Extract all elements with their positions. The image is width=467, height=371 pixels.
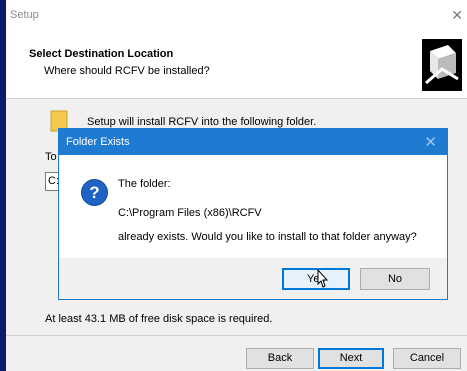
disk-space-text: At least 43.1 MB of free disk space is r… <box>45 313 273 325</box>
dialog-titlebar: Folder Exists ✕ <box>59 129 447 155</box>
dialog-message-path: C:\Program Files (x86)\RCFV <box>118 207 262 219</box>
close-icon[interactable]: ✕ <box>451 7 463 24</box>
cancel-button[interactable]: Cancel <box>393 348 461 369</box>
installer-logo-icon <box>422 39 462 91</box>
dialog-message-line1: The folder: <box>118 178 171 190</box>
footer-divider <box>6 335 467 336</box>
page-subtitle: Where should RCFV be installed? <box>44 65 210 77</box>
folder-exists-dialog: Folder Exists ✕ ? The folder: C:\Program… <box>58 128 448 300</box>
wizard-header: Select Destination Location Where should… <box>6 30 467 99</box>
no-button[interactable]: No <box>360 268 430 290</box>
next-button[interactable]: Next <box>318 348 384 369</box>
dialog-button-bar: Yes No <box>59 258 447 299</box>
back-button[interactable]: Back <box>246 348 314 369</box>
close-icon[interactable]: ✕ <box>424 133 437 151</box>
install-info-text: Setup will install RCFV into the followi… <box>87 116 317 128</box>
question-icon: ? <box>81 179 108 206</box>
dialog-title: Folder Exists <box>66 136 130 148</box>
page-title: Select Destination Location <box>29 48 174 60</box>
setup-window-title: Setup <box>10 9 39 21</box>
setup-titlebar: Setup ✕ <box>6 0 467 30</box>
dialog-body: ? The folder: C:\Program Files (x86)\RCF… <box>59 155 447 258</box>
mouse-cursor-icon <box>317 269 329 288</box>
continue-label: To <box>45 151 57 163</box>
dialog-message-line3: already exists. Would you like to instal… <box>118 231 417 243</box>
